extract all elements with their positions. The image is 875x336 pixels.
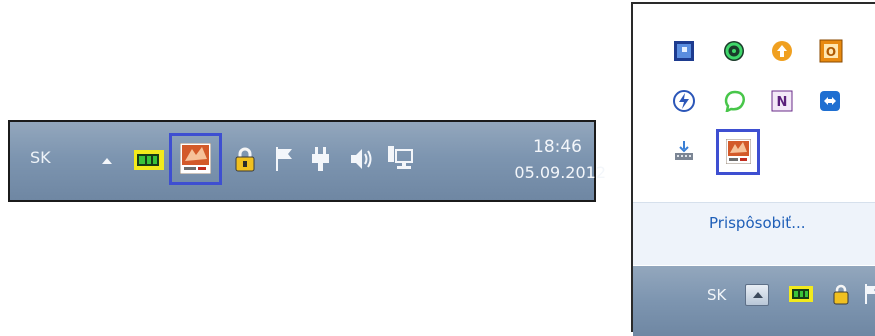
- svg-text:O: O: [826, 45, 836, 59]
- system-clock[interactable]: 18:46 05.09.2012: [504, 134, 614, 186]
- green-chat-bubble-icon[interactable]: [723, 90, 747, 114]
- notification-overflow-popup: O N Prispôsobiť... SK: [631, 2, 875, 336]
- highlighted-app-tray-icon[interactable]: [179, 142, 212, 175]
- green-battery-meter-icon[interactable]: [789, 286, 813, 302]
- clock-time: 18:46: [533, 137, 582, 157]
- action-center-flag-icon[interactable]: [274, 146, 296, 172]
- clock-date: 05.09.2012: [514, 163, 606, 182]
- outlook-o-icon[interactable]: O: [819, 39, 843, 63]
- usb-download-icon[interactable]: [673, 140, 695, 162]
- show-hidden-icons-button[interactable]: [745, 284, 769, 306]
- language-indicator[interactable]: SK: [707, 286, 726, 304]
- blue-lightning-icon[interactable]: [673, 90, 695, 112]
- action-center-flag-icon[interactable]: [863, 283, 875, 305]
- svg-text:N: N: [777, 95, 788, 110]
- mini-taskbar: SK: [633, 266, 875, 336]
- blue-square-app-icon[interactable]: [673, 40, 695, 62]
- power-plug-icon[interactable]: [310, 146, 332, 172]
- teamviewer-icon[interactable]: [819, 90, 841, 112]
- popup-footer: [633, 202, 875, 265]
- volume-speaker-icon[interactable]: [348, 146, 374, 172]
- green-battery-meter-icon[interactable]: [134, 150, 164, 170]
- language-indicator[interactable]: SK: [30, 148, 51, 167]
- network-monitor-icon[interactable]: [386, 144, 414, 172]
- show-hidden-icons-arrow[interactable]: [102, 158, 112, 164]
- customize-link[interactable]: Prispôsobiť...: [709, 214, 806, 232]
- padlock-icon[interactable]: [234, 146, 256, 172]
- taskbar-notification-area: SK 18:46 05.09.2012: [8, 120, 606, 202]
- onenote-n-icon[interactable]: N: [771, 90, 793, 112]
- green-ring-app-icon[interactable]: [723, 40, 745, 62]
- highlighted-app-tray-icon[interactable]: [725, 138, 752, 165]
- padlock-icon[interactable]: [832, 283, 850, 305]
- orange-update-icon[interactable]: [771, 40, 793, 62]
